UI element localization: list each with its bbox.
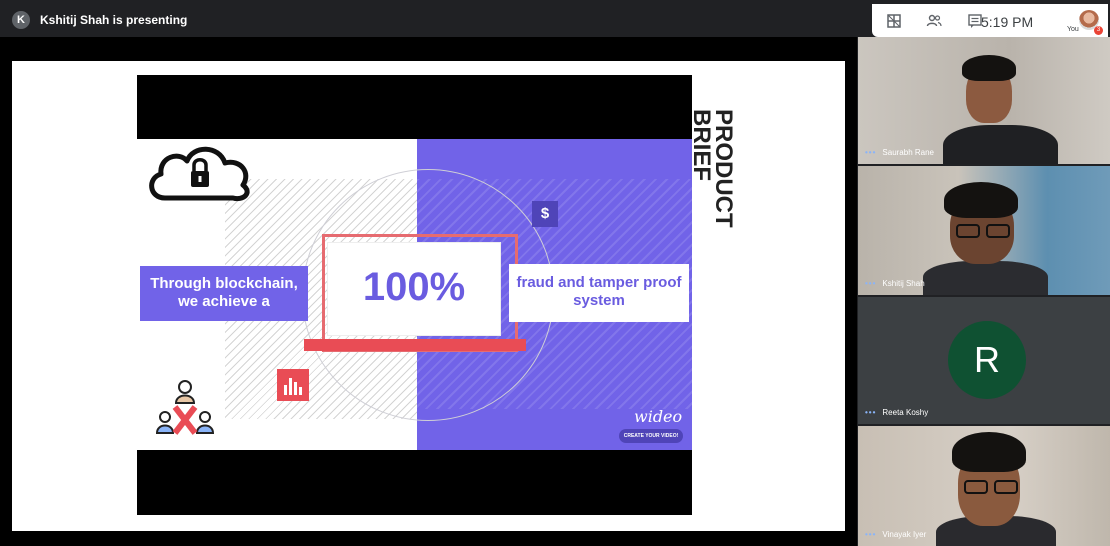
meeting-controls: 5:19 PM You 3 (872, 4, 1108, 37)
presentation-stage: $ 100% Through blockchain, we achieve a … (0, 37, 857, 546)
participant-tile[interactable]: ••• Vinayak Iyer (858, 426, 1110, 546)
participant-avatar: R (948, 321, 1026, 399)
presenter-status: Kshitij Shah is presenting (40, 13, 188, 27)
slide: $ 100% Through blockchain, we achieve a … (12, 61, 845, 531)
participant-name: ••• Reeta Koshy (865, 408, 929, 417)
participant-tile[interactable]: ••• Kshitij Shah (858, 166, 1110, 295)
value-box: 100% (328, 243, 500, 335)
embedded-video[interactable]: $ 100% Through blockchain, we achieve a … (137, 75, 692, 515)
layout-icon[interactable] (886, 13, 902, 29)
slide-title-line1: PRODUCT (710, 109, 737, 228)
participant-name: ••• Kshitij Shah (865, 279, 925, 288)
participant-hair (962, 55, 1016, 81)
notification-badge: 3 (1094, 26, 1103, 35)
people-icon[interactable] (926, 13, 942, 29)
top-bar: K Kshitij Shah is presenting 5:19 PM You… (0, 0, 1110, 37)
participant-glasses (986, 224, 1010, 238)
participant-name: ••• Saurabh Rane (865, 148, 934, 157)
participant-glasses (956, 224, 980, 238)
participant-name: ••• Vinayak Iyer (865, 530, 927, 539)
lock-icon (145, 143, 255, 203)
create-video-button[interactable]: CREATE YOUR VIDEO! (619, 429, 683, 443)
video-frame: $ 100% Through blockchain, we achieve a … (137, 139, 692, 450)
more-dots-icon[interactable]: ••• (865, 530, 876, 539)
clock: 5:19 PM (981, 14, 1034, 30)
participant-tile[interactable]: R ••• Reeta Koshy (858, 297, 1110, 424)
slide-title-line2: BRIEF (688, 109, 715, 181)
slide-title: PRODUCT BRIEF (688, 109, 737, 228)
more-dots-icon[interactable]: ••• (865, 279, 876, 288)
laptop-base (304, 339, 526, 351)
participant-body (923, 261, 1048, 295)
more-dots-icon[interactable]: ••• (865, 148, 876, 157)
big-value: 100% (362, 265, 466, 309)
participant-tile[interactable]: ••• Saurabh Rane (858, 37, 1110, 164)
participant-hair (944, 182, 1018, 218)
people-conflict-icon (155, 377, 215, 443)
participant-hair (952, 432, 1026, 472)
participant-body (943, 125, 1058, 164)
participant-glasses (994, 480, 1018, 494)
dollar-icon: $ (532, 201, 558, 227)
more-dots-icon[interactable]: ••• (865, 408, 876, 417)
right-label: fraud and tamper proof system (509, 264, 689, 322)
presenter-avatar: K (12, 11, 30, 29)
chart-icon (277, 369, 309, 401)
wideo-logo: wideo (634, 407, 683, 426)
participant-glasses (964, 480, 988, 494)
self-label: You (1067, 26, 1079, 33)
left-label: Through blockchain, we achieve a (140, 266, 308, 321)
